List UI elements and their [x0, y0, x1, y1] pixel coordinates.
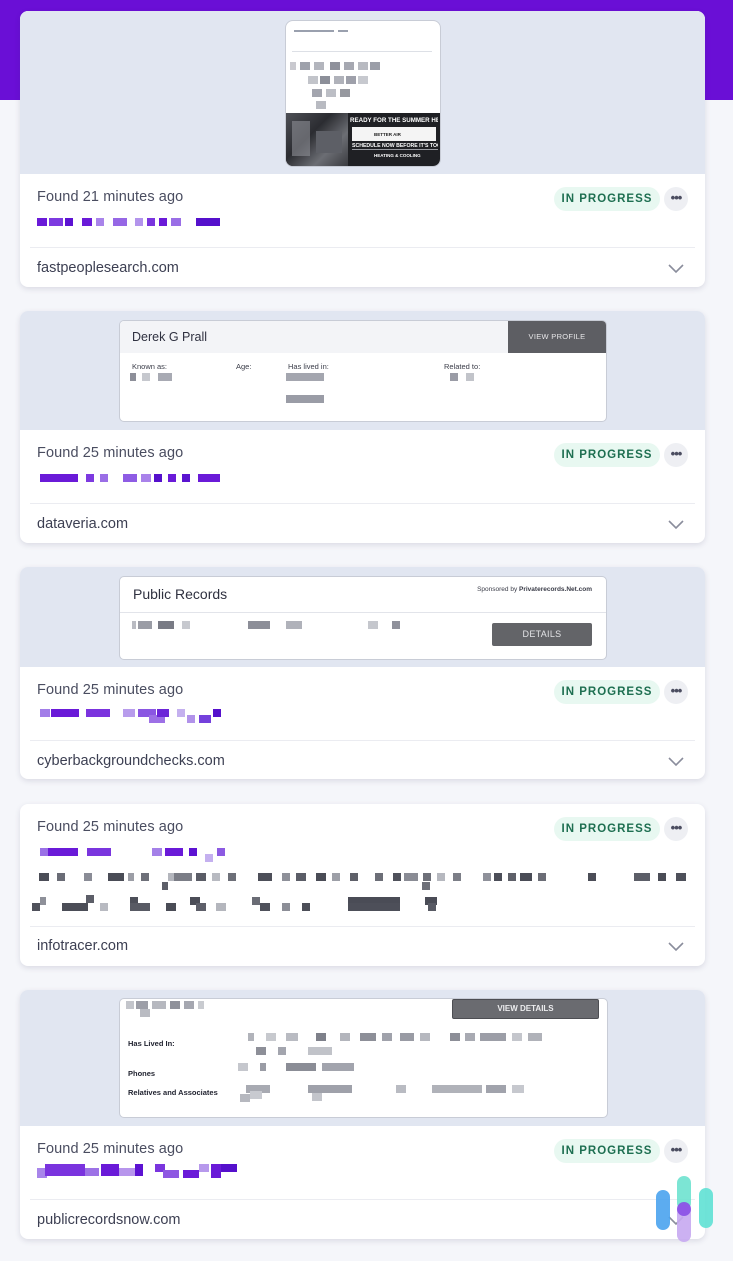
watermark-logo-icon — [656, 1176, 713, 1242]
result-preview[interactable]: Public Records Sponsored by Privaterecor… — [20, 567, 705, 667]
card-divider — [30, 740, 695, 741]
status-badge: IN PROGRESS — [554, 817, 660, 841]
view-profile-button: VIEW PROFILE — [508, 321, 606, 353]
more-options-icon[interactable]: ••• — [664, 680, 688, 704]
found-time: Found 25 minutes ago — [37, 445, 184, 461]
source-domain: publicrecordsnow.com — [37, 1212, 181, 1228]
redacted-name — [37, 844, 237, 862]
source-domain: dataveria.com — [37, 516, 129, 532]
result-card-publicrecordsnow[interactable]: VIEW DETAILS Has Lived In: Phones Relati… — [20, 990, 705, 1239]
ad-brand: BETTER AIR — [374, 132, 401, 137]
found-time: Found 25 minutes ago — [37, 682, 184, 698]
view-details-button: VIEW DETAILS — [452, 999, 599, 1019]
ad-footer: HEATING & COOLING — [374, 153, 421, 158]
redacted-name — [37, 470, 227, 484]
chevron-down-icon[interactable] — [668, 520, 684, 530]
result-card-fastpeoplesearch[interactable]: READY FOR THE SUMMER HEAT BETTER AIR SCH… — [20, 11, 705, 287]
result-card-dataveria[interactable]: Derek G Prall VIEW PROFILE Known as: Age… — [20, 311, 705, 543]
status-badge: IN PROGRESS — [554, 187, 660, 211]
has-lived-in-label: Has lived in: — [288, 362, 329, 371]
found-time: Found 25 minutes ago — [37, 819, 184, 835]
result-card-cyberbackgroundchecks[interactable]: Public Records Sponsored by Privaterecor… — [20, 567, 705, 779]
redacted-name — [37, 1162, 237, 1180]
status-badge: IN PROGRESS — [554, 443, 660, 467]
preview-profile-card: Derek G Prall VIEW PROFILE Known as: Age… — [119, 320, 607, 422]
redacted-name — [37, 705, 227, 723]
preview-ad-banner: READY FOR THE SUMMER HEAT BETTER AIR SCH… — [286, 113, 440, 166]
source-domain: fastpeoplesearch.com — [37, 260, 179, 276]
ad-headline: READY FOR THE SUMMER HEAT — [350, 117, 438, 124]
result-preview[interactable]: READY FOR THE SUMMER HEAT BETTER AIR SCH… — [20, 11, 705, 174]
card-divider — [30, 926, 695, 927]
result-preview[interactable]: VIEW DETAILS Has Lived In: Phones Relati… — [20, 990, 705, 1126]
card-divider — [30, 1199, 695, 1200]
more-options-icon[interactable]: ••• — [664, 817, 688, 841]
card-divider — [30, 247, 695, 248]
found-time: Found 25 minutes ago — [37, 1141, 184, 1157]
age-label: Age: — [236, 362, 252, 371]
card-divider — [30, 503, 695, 504]
source-domain: cyberbackgroundchecks.com — [37, 753, 225, 769]
known-as-label: Known as: — [132, 362, 168, 371]
result-preview[interactable]: Derek G Prall VIEW PROFILE Known as: Age… — [20, 311, 705, 430]
more-options-icon[interactable]: ••• — [664, 1139, 688, 1163]
relatives-label: Relatives and Associates — [128, 1088, 218, 1097]
more-options-icon[interactable]: ••• — [664, 187, 688, 211]
sponsored-prefix: Sponsored by — [477, 586, 520, 593]
result-card-infotracer[interactable]: Found 25 minutes ago IN PROGRESS ••• inf… — [20, 804, 705, 966]
found-time: Found 21 minutes ago — [37, 189, 184, 205]
sponsored-line: Sponsored by Privaterecords.Net.com — [477, 586, 592, 593]
more-options-icon[interactable]: ••• — [664, 443, 688, 467]
status-badge: IN PROGRESS — [554, 1139, 660, 1163]
chevron-down-icon[interactable] — [668, 942, 684, 952]
preview-details-card: VIEW DETAILS Has Lived In: Phones Relati… — [119, 998, 608, 1118]
source-domain: infotracer.com — [37, 938, 129, 954]
preview-thumbnail: READY FOR THE SUMMER HEAT BETTER AIR SCH… — [285, 20, 441, 167]
redacted-name — [37, 214, 227, 228]
sponsor-name: Privaterecords.Net.com — [519, 586, 592, 593]
has-lived-in-label: Has Lived In: — [128, 1039, 175, 1048]
details-button: DETAILS — [492, 623, 592, 646]
phones-label: Phones — [128, 1069, 156, 1078]
related-to-label: Related to: — [444, 362, 481, 371]
chevron-down-icon[interactable] — [668, 264, 684, 274]
preview-records-card: Public Records Sponsored by Privaterecor… — [119, 576, 607, 660]
status-badge: IN PROGRESS — [554, 680, 660, 704]
records-title: Public Records — [133, 586, 228, 602]
chevron-down-icon[interactable] — [668, 757, 684, 767]
profile-name: Derek G Prall — [132, 330, 208, 344]
